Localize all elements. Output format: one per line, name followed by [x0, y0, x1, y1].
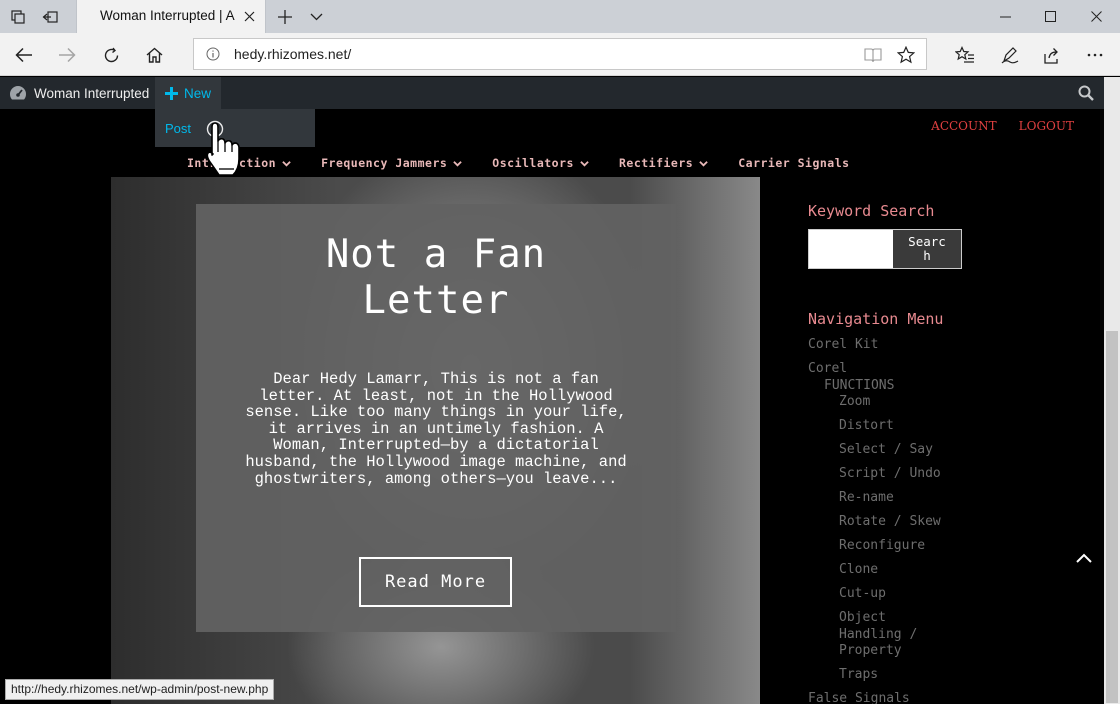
new-post-link[interactable]: Post [165, 121, 191, 136]
read-more-button[interactable]: Read More [359, 557, 512, 607]
excerpt-line: husband, the Hollywood image machine, an… [245, 452, 627, 471]
sidebar-menu-item[interactable]: Cut-up [839, 586, 886, 603]
excerpt-line: it arrives in an untimely fashion. A [268, 419, 604, 438]
admin-site-name: Woman Interrupted [34, 85, 150, 101]
browser-nav-bar: hedy.rhizomes.net/ [0, 33, 1120, 76]
sidebar-menu-item[interactable]: Re-name [839, 490, 894, 507]
nav-item-frequency-jammers[interactable]: Frequency Jammers [321, 156, 463, 170]
nav-item-oscillators[interactable]: Oscillators [492, 156, 589, 170]
status-link-preview: http://hedy.rhizomes.net/wp-admin/post-n… [5, 679, 275, 700]
plus-icon [165, 86, 178, 100]
site-info-icon[interactable] [206, 47, 220, 66]
sidebar-menu-item[interactable]: Select / Say [839, 442, 933, 459]
nav-item-rectifiers[interactable]: Rectifiers [619, 156, 708, 170]
sidebar-menu-item[interactable]: FUNCTIONS [824, 378, 894, 395]
sidebar-menu-item[interactable]: Zoom [839, 394, 870, 411]
forward-arrow-icon[interactable] [51, 39, 83, 71]
chevron-down-icon [699, 160, 708, 167]
search-button[interactable]: Searc h [893, 230, 961, 268]
tabs-aside-icon[interactable] [34, 0, 66, 33]
admin-new-menu[interactable]: New [155, 77, 221, 109]
address-bar[interactable]: hedy.rhizomes.net/ [193, 38, 927, 70]
wp-admin-bar: Woman Interrupted New [0, 77, 1104, 109]
sidebar-menu-item[interactable]: Clone [839, 562, 878, 579]
sidebar-menu-item[interactable]: Object Handling / Property [839, 610, 917, 660]
web-note-pen-icon[interactable] [994, 39, 1026, 71]
keyword-search-title: Keyword Search [808, 202, 935, 220]
back-arrow-icon[interactable] [8, 39, 40, 71]
hand-pointer-cursor-icon [206, 120, 240, 176]
post-card: Not a Fan Letter Dear Hedy Lamarr, This … [196, 204, 676, 632]
favorites-hub-icon[interactable] [949, 39, 981, 71]
tab-close-icon[interactable] [241, 8, 257, 24]
sidebar-menu-item[interactable]: Reconfigure [839, 538, 925, 555]
admin-search-icon[interactable] [1078, 85, 1094, 106]
admin-site-link[interactable]: Woman Interrupted [9, 77, 149, 109]
maximize-icon[interactable] [1027, 0, 1073, 33]
main-navigation: IntroductionFrequency JammersOscillators… [187, 156, 880, 170]
scrollbar-thumb[interactable] [1106, 331, 1118, 703]
sidebar-menu-item[interactable]: Rotate / Skew [839, 514, 941, 531]
favorite-star-icon[interactable] [896, 45, 916, 65]
chevron-down-icon [282, 160, 291, 167]
window-close-icon[interactable] [1073, 0, 1119, 33]
sidebar-menu-item[interactable]: Script / Undo [839, 466, 941, 483]
sidebar: Keyword Search Searc h Navigation Menu Co… [808, 109, 1038, 704]
reading-view-icon[interactable] [863, 45, 883, 65]
browser-tab-active[interactable]: Woman Interrupted | A [76, 0, 266, 33]
excerpt-line: letter. At least, not in the Hollywood [259, 386, 613, 405]
sidebar-menu-item[interactable]: Corel [808, 361, 847, 378]
minimize-icon[interactable] [982, 0, 1028, 33]
excerpt-line: ghostwriters, among others—you leave... [254, 469, 618, 488]
sidebar-menu-item[interactable]: Traps [839, 667, 878, 684]
sidebar-menu-item[interactable]: Distort [839, 418, 894, 435]
chevron-down-icon [453, 160, 463, 167]
tab-title: Woman Interrupted | A [100, 8, 235, 23]
chevron-down-icon [580, 160, 589, 167]
search-input[interactable] [809, 230, 893, 268]
admin-new-label: New [184, 85, 212, 101]
excerpt-line: Woman, Interrupted—by a dictatorial [273, 436, 599, 455]
search-form: Searc h [808, 229, 962, 269]
home-icon[interactable] [138, 39, 170, 71]
navigation-menu-title: Navigation Menu [808, 310, 944, 328]
post-title[interactable]: Not a Fan Letter [196, 232, 676, 324]
post-excerpt: Dear Hedy Lamarr, This is not a fan lette… [222, 371, 650, 487]
sidebar-menu-item[interactable]: False Signals [808, 691, 910, 704]
back-to-top-chevron-icon[interactable] [1071, 545, 1097, 571]
excerpt-line: sense. Like too many things in your life… [245, 403, 627, 422]
dashboard-gauge-icon [9, 86, 27, 100]
browser-tab-bar: Woman Interrupted | A [0, 0, 1120, 33]
url-text[interactable]: hedy.rhizomes.net/ [234, 46, 351, 62]
site-page: ACCOUNT LOGOUT IntroductionFrequency Jam… [0, 109, 1104, 704]
hero-photo: Not a Fan Letter Dear Hedy Lamarr, This … [111, 177, 760, 704]
tab-list-chevron-icon[interactable] [303, 4, 329, 30]
more-menu-icon[interactable] [1079, 39, 1111, 71]
new-tab-icon[interactable] [272, 4, 298, 30]
refresh-icon[interactable] [95, 39, 127, 71]
tab-set-aside-icon[interactable] [2, 0, 34, 33]
share-icon[interactable] [1036, 39, 1068, 71]
excerpt-line: Dear Hedy Lamarr, This is not a fan [273, 370, 599, 388]
sidebar-menu-item[interactable]: Corel Kit [808, 337, 878, 354]
